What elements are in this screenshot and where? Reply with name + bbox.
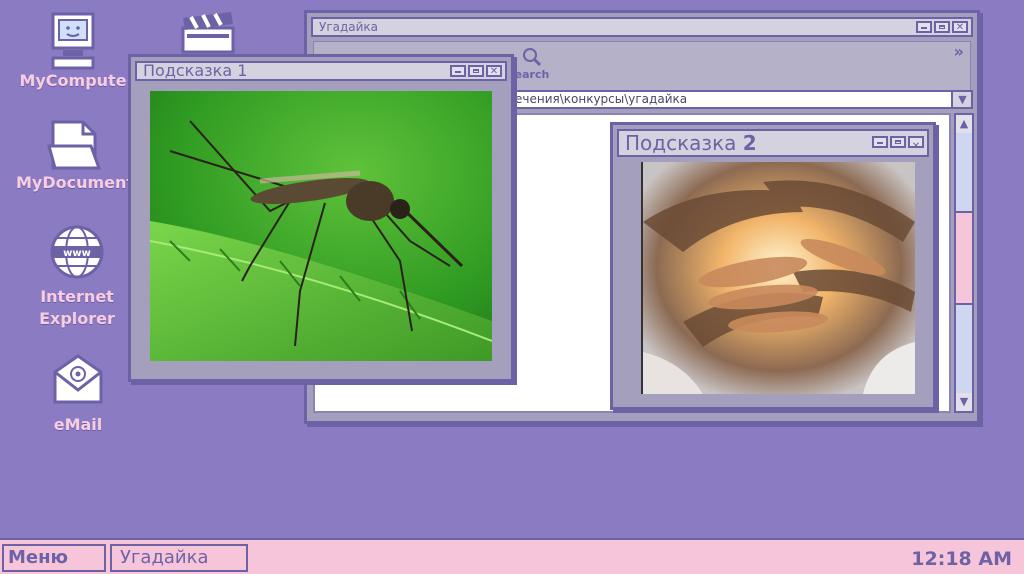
minimize-button[interactable]: [872, 136, 888, 148]
desktop-icon-label: MyCompute: [19, 71, 127, 90]
globe-icon: www: [50, 225, 104, 279]
document-icon: [47, 120, 102, 170]
taskbar-clock: 12:18 AM: [911, 548, 1012, 570]
desktop-icon-label: eMail: [53, 415, 103, 434]
scroll-thumb[interactable]: [956, 211, 972, 305]
desktop-icon-internet-explorer[interactable]: www Internet Explorer: [22, 224, 132, 330]
close-button[interactable]: [952, 20, 968, 36]
desktop-icon-mycomputer[interactable]: MyCompute: [14, 12, 132, 92]
desktop-icon-mydocument[interactable]: MyDocument: [10, 118, 140, 194]
scroll-down-icon[interactable]: ▼: [956, 393, 972, 411]
maximize-button[interactable]: [890, 136, 906, 148]
hint-title: Подсказка: [625, 131, 737, 155]
svg-text:www: www: [63, 248, 91, 259]
address-bar[interactable]: ечения\конкурсы\угадайка ▼: [507, 90, 973, 109]
hint-number: 1: [237, 61, 248, 80]
scroll-up-icon[interactable]: ▲: [956, 115, 972, 133]
search-tool[interactable]: earch: [510, 46, 554, 81]
mosquito-image: [150, 91, 492, 361]
address-dropdown-icon[interactable]: ▼: [951, 92, 971, 107]
start-menu-button[interactable]: Меню: [2, 544, 106, 572]
hint-number: 2: [742, 131, 757, 155]
desktop-icon-label: MyDocument: [15, 173, 135, 192]
hands-image: [641, 162, 915, 394]
desktop-icon-email[interactable]: eMail: [36, 352, 120, 436]
window-title: Угадайка: [319, 20, 379, 34]
hint-titlebar[interactable]: Подсказка 2: [617, 129, 929, 159]
taskbar-item-label: Угадайка: [120, 547, 209, 568]
close-button[interactable]: [908, 135, 924, 159]
start-menu-label: Меню: [8, 547, 69, 568]
taskbar: Меню Угадайка 12:18 AM: [0, 538, 1024, 574]
maximize-button[interactable]: [934, 21, 950, 33]
close-button[interactable]: [486, 64, 502, 80]
search-icon: [523, 48, 542, 67]
toolbar-overflow-icon[interactable]: »: [954, 42, 964, 61]
desktop-icon-label: Internet Explorer: [39, 287, 115, 328]
minimize-button[interactable]: [916, 21, 932, 33]
search-label: earch: [514, 68, 550, 81]
window-titlebar[interactable]: Угадайка: [311, 17, 973, 37]
address-text: ечения\конкурсы\угадайка: [515, 92, 688, 106]
minimize-button[interactable]: [450, 65, 466, 77]
vertical-scrollbar[interactable]: ▲ ▼: [954, 113, 974, 413]
clapperboard-icon: [181, 12, 235, 54]
email-icon: [53, 354, 103, 404]
maximize-button[interactable]: [468, 65, 484, 77]
computer-icon: [51, 12, 95, 70]
hint-title: Подсказка: [143, 61, 233, 80]
taskbar-item-ugadayka[interactable]: Угадайка: [110, 544, 248, 572]
hint-titlebar[interactable]: Подсказка 1: [135, 61, 507, 81]
hint-window-1: Подсказка 1: [128, 54, 514, 382]
desktop-icon-clapper[interactable]: [178, 12, 238, 54]
hint-window-2: Подсказка 2: [610, 122, 936, 410]
